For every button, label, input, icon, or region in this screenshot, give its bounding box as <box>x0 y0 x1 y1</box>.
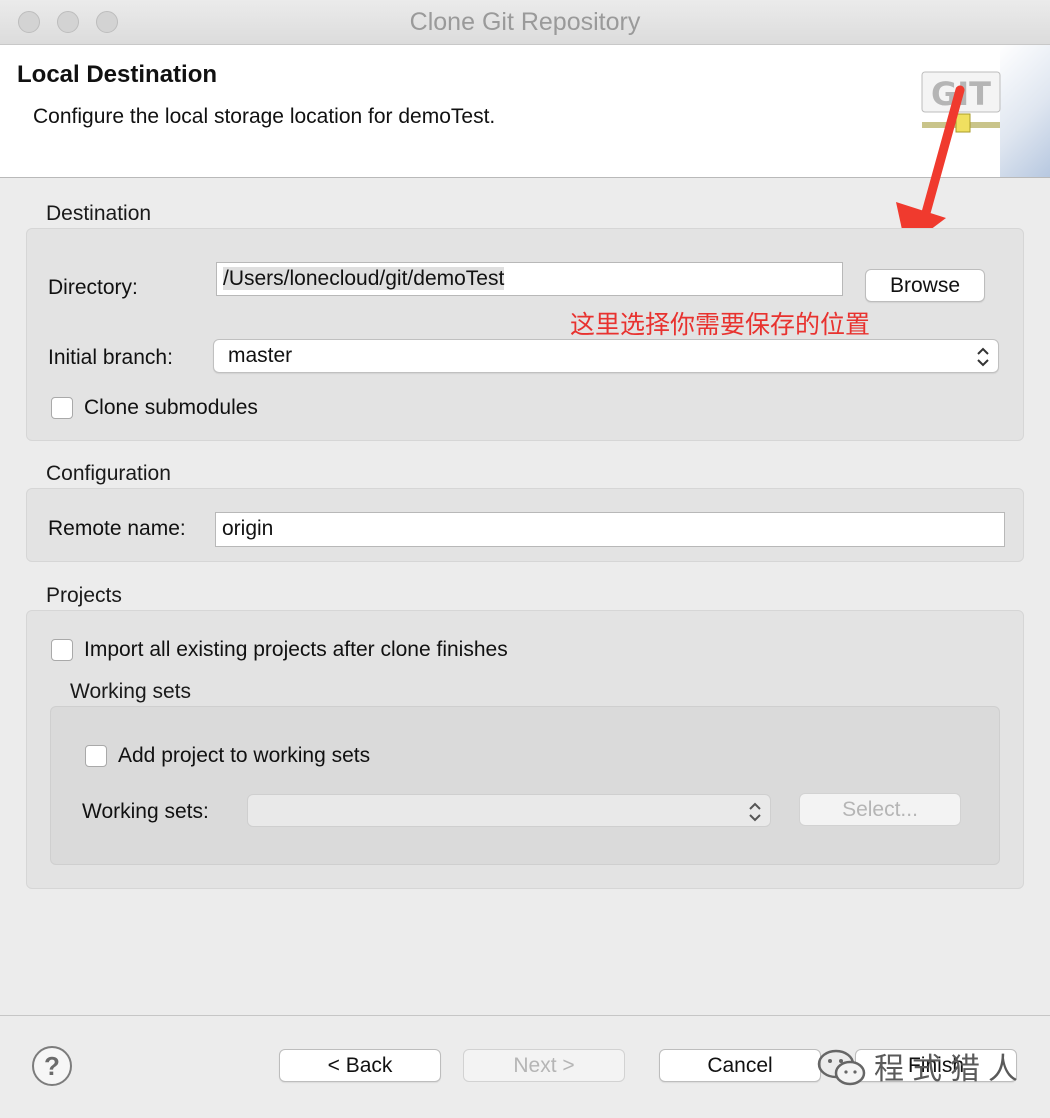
destination-section-label: Destination <box>46 202 152 225</box>
add-to-working-sets-label: Add project to working sets <box>118 744 371 767</box>
watermark: 程式猎人 <box>816 1040 1026 1090</box>
remote-name-input[interactable]: origin <box>215 512 1005 547</box>
clone-submodules-checkbox[interactable] <box>51 397 73 419</box>
next-button[interactable]: Next > <box>463 1049 625 1082</box>
watermark-text: 程式猎人 <box>874 1053 1026 1086</box>
configuration-section-label: Configuration <box>46 462 171 485</box>
add-to-working-sets-checkbox[interactable] <box>85 745 107 767</box>
import-projects-checkbox[interactable] <box>51 639 73 661</box>
footer-separator <box>0 1015 1050 1016</box>
projects-section-label: Projects <box>46 584 122 607</box>
working-sets-group-label: Working sets <box>70 680 191 703</box>
back-button[interactable]: < Back <box>279 1049 441 1082</box>
help-icon[interactable]: ? <box>32 1046 72 1086</box>
initial-branch-select[interactable]: master <box>213 339 999 373</box>
import-projects-label: Import all existing projects after clone… <box>84 638 508 661</box>
working-sets-group <box>50 706 1000 865</box>
directory-value: /Users/lonecloud/git/demoTest <box>223 267 505 290</box>
working-sets-select[interactable] <box>247 794 771 827</box>
select-working-sets-button[interactable]: Select... <box>799 793 961 826</box>
chevron-updown-icon <box>749 802 761 822</box>
working-sets-label: Working sets: <box>82 800 209 823</box>
initial-branch-value: master <box>228 344 293 367</box>
directory-input[interactable]: /Users/lonecloud/git/demoTest <box>216 262 843 296</box>
cancel-button[interactable]: Cancel <box>659 1049 821 1082</box>
wechat-icon <box>817 1049 866 1086</box>
clone-submodules-label: Clone submodules <box>84 396 258 419</box>
browse-button[interactable]: Browse <box>865 269 985 302</box>
remote-name-label: Remote name: <box>48 517 186 540</box>
annotation-text: 这里选择你需要保存的位置 <box>570 311 871 339</box>
directory-label: Directory: <box>48 276 138 299</box>
chevron-updown-icon <box>977 347 989 367</box>
initial-branch-label: Initial branch: <box>48 346 173 369</box>
